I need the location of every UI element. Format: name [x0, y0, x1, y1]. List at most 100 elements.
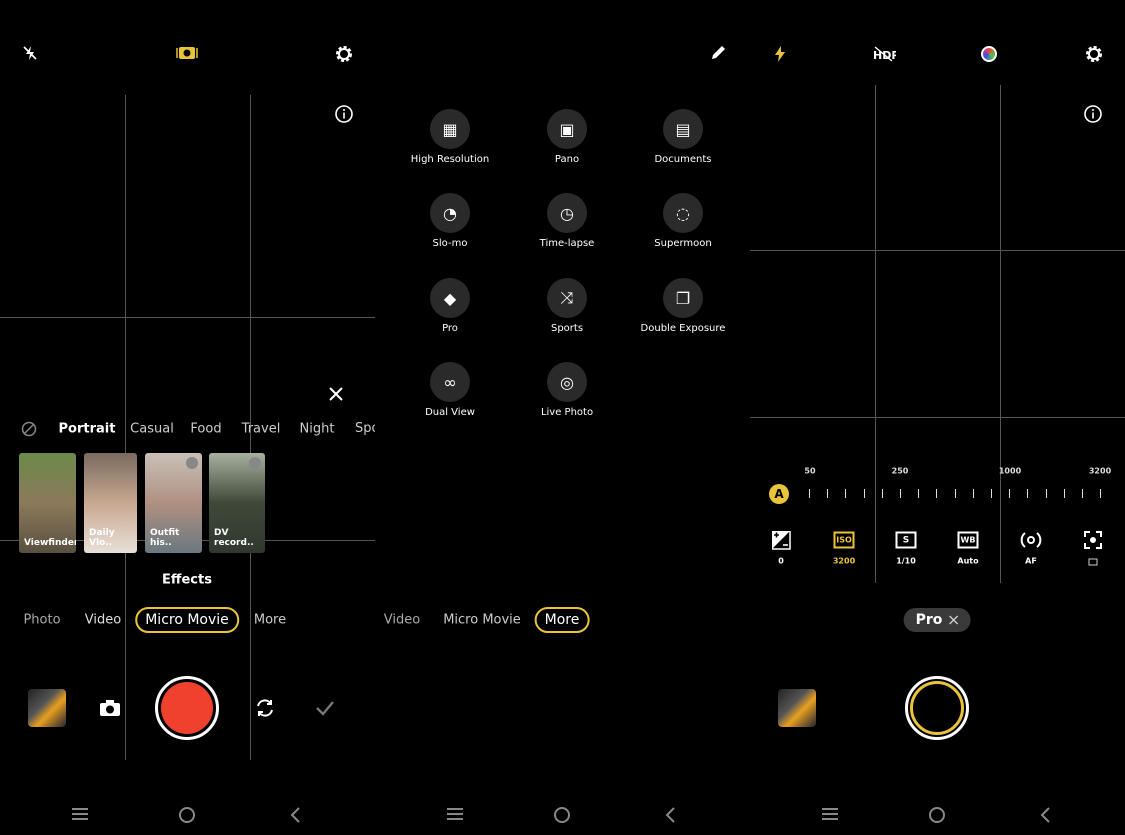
iso-tick	[1082, 489, 1083, 498]
mode-video[interactable]: Video	[85, 613, 121, 628]
record-button[interactable]	[155, 676, 219, 740]
back-icon[interactable]	[288, 806, 302, 824]
mode-live-photo-button[interactable]: ◎	[547, 362, 587, 402]
template-daily-vlog[interactable]: Daily Vlo..	[84, 453, 137, 553]
home-icon[interactable]	[178, 806, 196, 824]
mode-label[interactable]: Documents	[638, 153, 728, 167]
pro-mode-panel: HDR 50 250 1000 3200 A ISO S WB 0 3200 1…	[750, 0, 1125, 835]
close-mode-icon[interactable]	[948, 615, 958, 625]
info-icon[interactable]	[1083, 104, 1103, 124]
exposure-compensation-icon[interactable]	[771, 530, 791, 550]
auto-iso-button[interactable]: A	[769, 484, 789, 504]
mode-more[interactable]: More	[534, 607, 590, 633]
settings-icon[interactable]	[1084, 44, 1104, 64]
filter-sports[interactable]: Spo	[355, 421, 375, 436]
home-icon[interactable]	[928, 806, 946, 824]
shutter-button[interactable]	[905, 676, 969, 740]
mode-double-exposure-button[interactable]: ❐	[663, 278, 703, 318]
photo-capture-icon[interactable]	[99, 699, 121, 717]
close-icon[interactable]	[328, 386, 344, 402]
micro-movie-panel: Portrait Casual Food Travel Night Spo Vi…	[0, 0, 375, 835]
mode-pro-button[interactable]: ◆	[430, 278, 470, 318]
exposure-value: 0	[778, 556, 784, 566]
white-balance-value: Auto	[957, 556, 979, 566]
filter-travel[interactable]: Travel	[242, 422, 281, 437]
mode-label[interactable]: Live Photo	[522, 406, 612, 420]
shutter-speed-icon[interactable]: S	[895, 531, 917, 549]
download-icon[interactable]	[186, 457, 198, 469]
gallery-thumbnail[interactable]	[778, 689, 816, 727]
mode-photo[interactable]: Photo	[23, 613, 60, 628]
iso-tick	[881, 489, 883, 498]
mode-more[interactable]: More	[254, 613, 286, 628]
back-icon[interactable]	[1038, 806, 1052, 824]
confirm-check-icon[interactable]	[315, 700, 335, 716]
mode-documents-button[interactable]: ▤	[663, 109, 703, 149]
color-filter-icon[interactable]	[981, 46, 997, 62]
switch-camera-icon[interactable]	[254, 697, 276, 719]
info-icon[interactable]	[334, 104, 354, 124]
no-filter-icon[interactable]	[21, 421, 37, 437]
mode-time-lapse-button[interactable]: ◷	[547, 193, 587, 233]
mode-dual-view-button[interactable]: ∞	[430, 362, 470, 402]
iso-scale-label: 1000	[998, 466, 1022, 476]
metering-icon[interactable]	[1083, 530, 1103, 550]
gallery-thumbnail[interactable]	[28, 689, 66, 727]
metering-mode-icon	[1088, 558, 1098, 566]
template-dv-record[interactable]: DV record..	[209, 453, 265, 553]
flash-icon[interactable]	[773, 45, 787, 63]
menu-icon[interactable]	[70, 806, 90, 822]
mode-micro-movie[interactable]: Micro Movie	[135, 607, 239, 633]
filter-portrait[interactable]: Portrait	[59, 422, 116, 437]
download-icon[interactable]	[249, 457, 261, 469]
iso-tick	[991, 489, 992, 498]
iso-tick	[1045, 489, 1047, 498]
filter-night[interactable]: Night	[300, 422, 335, 437]
hdr-off-icon[interactable]: HDR	[872, 45, 896, 63]
pro-icon: ◆	[443, 288, 457, 308]
mode-label[interactable]: Double Exposure	[638, 322, 728, 336]
mode-label[interactable]: High Resolution	[405, 153, 495, 167]
mode-pano-button[interactable]: ▣	[547, 109, 587, 149]
mode-label[interactable]: Sports	[522, 322, 612, 336]
mode-micro-movie[interactable]: Micro Movie	[443, 613, 521, 628]
mode-label[interactable]: Supermoon	[638, 237, 728, 251]
focus-icon[interactable]	[1020, 530, 1042, 550]
menu-icon[interactable]	[445, 806, 465, 822]
camera-mode-icon[interactable]	[175, 44, 199, 62]
effects-label[interactable]: Effects	[162, 573, 212, 588]
template-outfit[interactable]: Outfit his..	[145, 453, 202, 553]
edit-pencil-icon[interactable]	[710, 43, 728, 61]
back-icon[interactable]	[663, 806, 677, 824]
filter-food[interactable]: Food	[190, 422, 221, 437]
mode-high-resolution-button[interactable]: ▦	[430, 109, 470, 149]
mode-label[interactable]: Dual View	[405, 406, 495, 420]
sports-icon: ⤨	[560, 288, 574, 307]
iso-scale-label: 3200	[1088, 466, 1112, 476]
focus-value: AF	[1025, 556, 1037, 566]
mode-slo-mo-button[interactable]: ◔	[430, 193, 470, 233]
mode-label[interactable]: Pano	[522, 153, 612, 167]
mode-video[interactable]: Video	[384, 613, 420, 628]
iso-tick	[900, 489, 901, 498]
mode-label[interactable]: Slo-mo	[405, 237, 495, 251]
panorama-icon: ▣	[559, 119, 575, 139]
menu-icon[interactable]	[820, 806, 840, 822]
iso-scale-label: 50	[804, 466, 816, 476]
mode-sports-button[interactable]: ⤨	[547, 278, 587, 318]
pro-mode-pill[interactable]: Pro	[903, 608, 971, 632]
iso-control-icon[interactable]: ISO	[833, 531, 855, 549]
settings-icon[interactable]	[334, 44, 354, 64]
mode-label[interactable]: Time-lapse	[522, 237, 612, 251]
mode-label[interactable]: Pro	[405, 322, 495, 336]
shutter-speed-value: 1/10	[896, 556, 916, 566]
template-viewfinder[interactable]: Viewfinder	[19, 453, 76, 553]
live-photo-icon: ◎	[560, 372, 574, 392]
white-balance-icon[interactable]: WB	[957, 531, 979, 549]
home-icon[interactable]	[553, 806, 571, 824]
iso-tick	[863, 489, 865, 498]
flash-off-icon[interactable]	[21, 44, 39, 62]
document-icon: ▤	[675, 119, 691, 139]
filter-casual[interactable]: Casual	[130, 422, 174, 437]
mode-supermoon-button[interactable]: ◌	[663, 193, 703, 233]
